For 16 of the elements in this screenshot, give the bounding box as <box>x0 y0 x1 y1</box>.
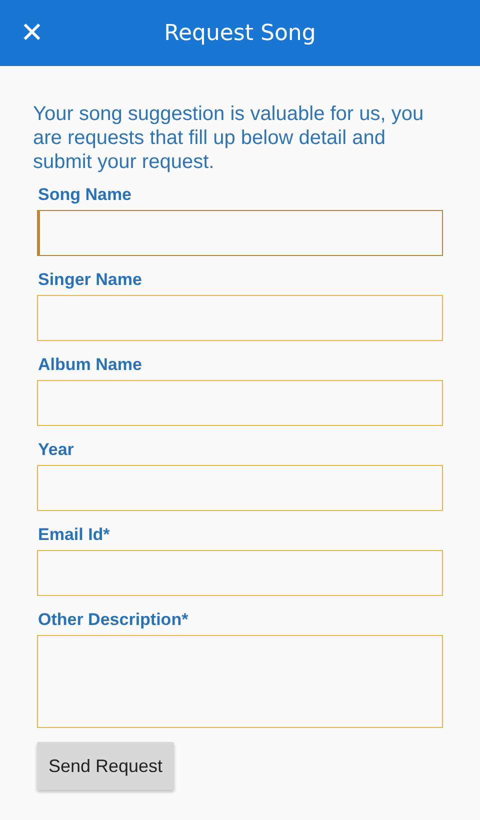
input-field[interactable] <box>37 380 443 426</box>
intro-text: Your song suggestion is valuable for us, you are requests that fill up below detail and submit your request. <box>33 102 425 174</box>
field-label: Album Name <box>38 354 142 376</box>
input-field[interactable] <box>37 210 443 256</box>
close-button[interactable]: ✕ <box>0 19 52 47</box>
field-label: Song Name <box>38 184 132 206</box>
screen-title: Request Song <box>164 20 316 46</box>
field-label: Year <box>38 439 74 461</box>
input-field[interactable] <box>37 465 443 511</box>
input-field[interactable] <box>37 550 443 596</box>
field-label: Email Id* <box>38 524 110 546</box>
send-request-button[interactable]: Send Request <box>37 742 174 790</box>
field-label: Singer Name <box>38 269 142 291</box>
input-field[interactable] <box>37 295 443 341</box>
text-area[interactable] <box>37 635 443 728</box>
field-label: Other Description* <box>38 609 188 631</box>
